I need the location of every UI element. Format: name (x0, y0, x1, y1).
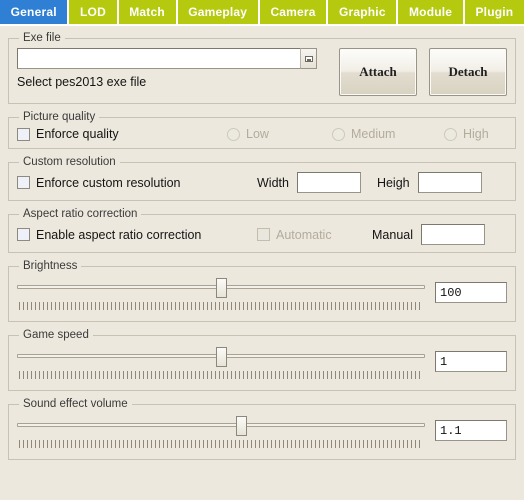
exe-file-input[interactable] (17, 48, 300, 69)
game-speed-group: Game speed (8, 329, 516, 391)
checkbox-box (17, 228, 30, 241)
tab-module[interactable]: Module (398, 0, 465, 24)
tab-graphic[interactable]: Graphic (328, 0, 399, 24)
game-speed-legend: Game speed (23, 329, 89, 341)
tab-bar: General LOD Match Gameplay Camera Graphi… (0, 0, 524, 26)
slider-track[interactable] (17, 423, 425, 427)
exe-file-combo[interactable] (17, 48, 317, 69)
custom-resolution-legend: Custom resolution (23, 156, 116, 168)
slider-thumb[interactable] (216, 278, 227, 298)
quality-high-label: High (463, 127, 489, 141)
aspect-ratio-legend: Aspect ratio correction (23, 208, 138, 220)
quality-medium-label: Medium (351, 127, 396, 141)
aspect-ratio-group: Aspect ratio correction Enable aspect ra… (8, 208, 516, 253)
tab-plugin[interactable]: Plugin (464, 0, 524, 24)
radio-circle (227, 127, 240, 141)
game-speed-value-input[interactable] (435, 351, 507, 372)
radio-circle (444, 127, 457, 141)
automatic-label: Automatic (276, 227, 332, 242)
exe-file-hint: Select pes2013 exe file (17, 75, 147, 89)
enforce-quality-checkbox[interactable]: Enforce quality (17, 127, 227, 141)
tab-label: Match (129, 5, 165, 19)
attach-button[interactable]: Attach (339, 48, 417, 96)
manual-input[interactable] (421, 224, 485, 245)
tab-label: LOD (80, 5, 106, 19)
manual-label: Manual (372, 227, 413, 242)
sound-effect-volume-value-input[interactable] (435, 420, 507, 441)
brightness-legend: Brightness (23, 260, 78, 272)
quality-low-label: Low (246, 127, 269, 141)
slider-ticks (19, 302, 423, 310)
radio-circle (332, 127, 345, 141)
tab-label: Gameplay (188, 5, 248, 19)
checkbox-box (17, 127, 30, 141)
custom-resolution-group: Custom resolution Enforce custom resolut… (8, 156, 516, 201)
tab-label: Module (408, 5, 453, 19)
height-label: Heigh (376, 175, 410, 190)
picture-quality-group: Picture quality Enforce quality Low Medi… (8, 111, 516, 149)
automatic-checkbox[interactable]: Automatic (257, 228, 372, 242)
enforce-custom-resolution-checkbox[interactable]: Enforce custom resolution (17, 176, 257, 190)
height-input[interactable] (417, 172, 482, 193)
quality-radio-high[interactable]: High (444, 127, 489, 141)
slider-thumb[interactable] (216, 347, 227, 367)
game-speed-slider[interactable] (17, 345, 425, 383)
exe-file-legend: Exe file (23, 32, 61, 44)
tab-camera[interactable]: Camera (259, 0, 329, 24)
tab-general[interactable]: General (0, 0, 70, 24)
tab-lod[interactable]: LOD (69, 0, 119, 24)
checkbox-box (257, 228, 270, 241)
sound-effect-volume-legend: Sound effect volume (23, 398, 128, 410)
checkbox-box (17, 176, 30, 189)
brightness-group: Brightness (8, 260, 516, 322)
slider-thumb[interactable] (236, 416, 248, 436)
quality-radio-low[interactable]: Low (227, 127, 332, 141)
enforce-custom-resolution-label: Enforce custom resolution (36, 175, 181, 190)
browse-icon[interactable] (300, 48, 317, 69)
sound-effect-volume-slider[interactable] (17, 414, 425, 452)
brightness-slider[interactable] (17, 276, 425, 314)
brightness-value-input[interactable] (435, 282, 507, 303)
slider-ticks (19, 371, 423, 379)
tab-label: Plugin (475, 5, 514, 19)
general-panel: Exe file Select pes2013 exe file Attach … (0, 26, 524, 500)
tab-label: Graphic (338, 5, 386, 19)
tab-label: Camera (270, 5, 316, 19)
width-label: Width (257, 175, 289, 190)
sound-effect-volume-group: Sound effect volume (8, 398, 516, 460)
width-input[interactable] (296, 172, 361, 193)
enforce-quality-label: Enforce quality (36, 127, 119, 141)
detach-button[interactable]: Detach (429, 48, 507, 96)
quality-radio-medium[interactable]: Medium (332, 127, 444, 141)
enable-aspect-ratio-label: Enable aspect ratio correction (36, 227, 202, 242)
enable-aspect-ratio-checkbox[interactable]: Enable aspect ratio correction (17, 228, 257, 242)
slider-ticks (19, 440, 423, 448)
tab-gameplay[interactable]: Gameplay (177, 0, 260, 24)
tab-label: General (10, 5, 57, 19)
exe-file-group: Exe file Select pes2013 exe file Attach … (8, 32, 516, 104)
tab-match[interactable]: Match (118, 0, 178, 24)
picture-quality-legend: Picture quality (23, 111, 96, 123)
